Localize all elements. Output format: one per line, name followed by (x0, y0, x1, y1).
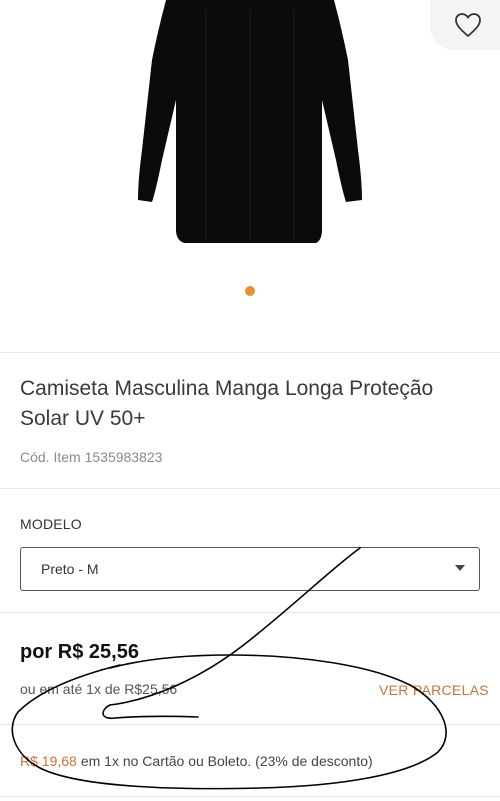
gallery-dot-active[interactable] (245, 286, 255, 296)
divider (0, 612, 500, 613)
view-installments-link[interactable]: VER PARCELAS (379, 682, 489, 698)
discount-price: R$ 19,68 (20, 753, 77, 769)
divider (0, 352, 500, 353)
product-image[interactable] (136, 0, 364, 246)
divider (0, 724, 500, 725)
product-gallery[interactable] (0, 0, 500, 352)
product-code: Cód. Item 1535983823 (20, 449, 162, 465)
favorite-button[interactable] (430, 0, 500, 50)
heart-icon (455, 13, 481, 37)
installments-text: ou em até 1x de R$25,56 (20, 681, 178, 697)
variant-selected-value: Preto - M (41, 561, 99, 577)
price: por R$ 25,56 (20, 641, 139, 663)
discount-text: em 1x no Cartão ou Boleto. (23% de desco… (80, 753, 373, 769)
chevron-down-icon (455, 565, 465, 571)
product-title: Camiseta Masculina Manga Longa Proteção … (20, 377, 434, 430)
product-code-value: 1535983823 (84, 449, 163, 465)
divider (0, 488, 500, 489)
variant-label: MODELO (20, 516, 82, 532)
divider (0, 796, 500, 797)
product-code-label: Cód. Item (20, 449, 81, 465)
variant-select[interactable]: Preto - M (20, 547, 480, 591)
discount-info: R$ 19,68 em 1x no Cartão ou Boleto. (23% … (20, 753, 373, 769)
